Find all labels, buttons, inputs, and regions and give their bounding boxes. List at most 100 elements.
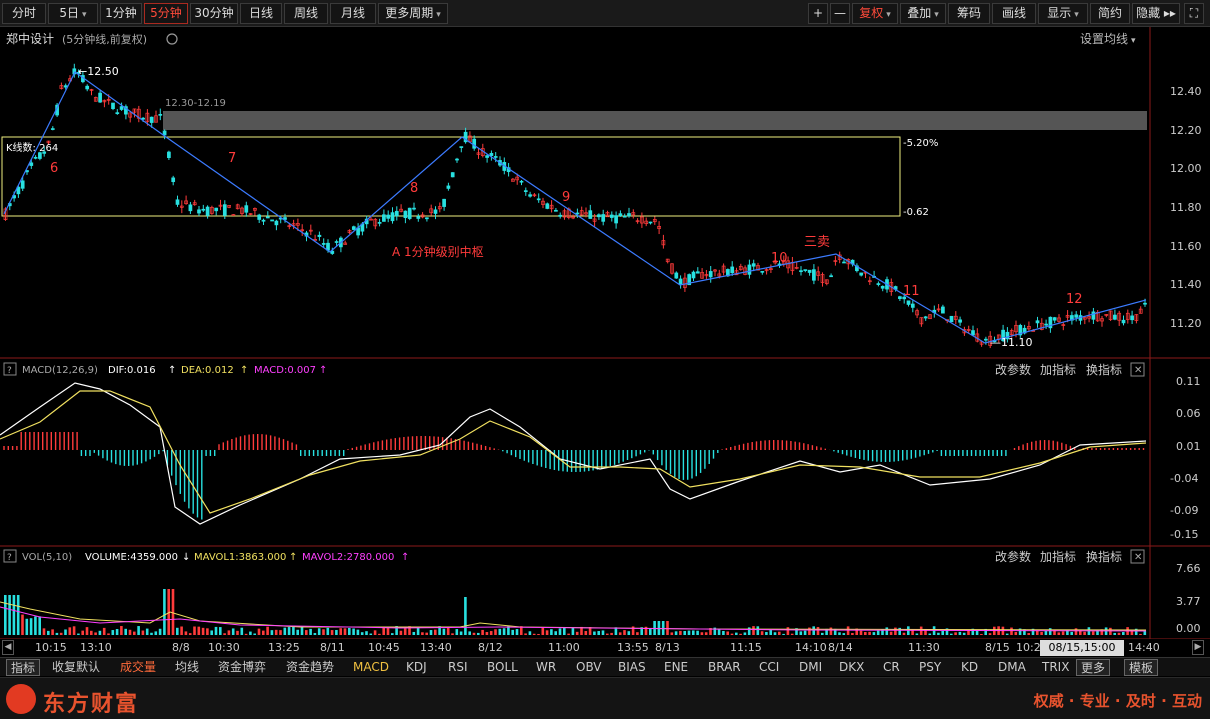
- candle-body: [859, 272, 864, 276]
- k-count-label: K线数: 264: [6, 141, 58, 154]
- chevron-down-icon: ▾: [1131, 36, 1136, 46]
- candle-body: [205, 206, 210, 216]
- display-button[interactable]: 显示: [1038, 3, 1088, 24]
- volume-bar: [808, 627, 811, 635]
- vol-add-indicator-button[interactable]: 加指标: [1040, 549, 1076, 564]
- gear-icon[interactable]: [166, 33, 178, 45]
- y-tick: 0.00: [1176, 622, 1201, 635]
- volume-bar: [571, 627, 575, 635]
- settings-ma-button[interactable]: 设置均线: [1080, 32, 1128, 46]
- tab-5min[interactable]: 5分钟: [144, 3, 188, 24]
- indicator-tab[interactable]: RSI: [444, 659, 472, 676]
- volume-bar: [812, 626, 815, 635]
- fullscreen-icon[interactable]: ⛶: [1184, 3, 1204, 24]
- stock-name: 郑中设计: [6, 31, 54, 46]
- volume-bar: [98, 630, 102, 635]
- indicator-tab[interactable]: PSY: [915, 659, 945, 676]
- indicator-tab[interactable]: 资金趋势: [282, 659, 338, 676]
- volume-bar: [72, 626, 76, 635]
- tab-1min[interactable]: 1分钟: [100, 3, 142, 24]
- overlay-button[interactable]: 叠加: [900, 3, 946, 24]
- indicator-tab[interactable]: BOLL: [483, 659, 522, 676]
- volume-bar: [679, 630, 682, 635]
- wave-label-8: 8: [410, 181, 418, 196]
- indicator-tab[interactable]: 收复默认: [48, 659, 104, 676]
- indicator-tab[interactable]: OBV: [572, 659, 606, 676]
- candle-body: [609, 214, 614, 218]
- indicator-tab[interactable]: DMA: [994, 659, 1030, 676]
- volume-bar: [249, 631, 252, 635]
- volume-bar: [1109, 627, 1112, 635]
- macd-change-params-button[interactable]: 改参数: [995, 362, 1031, 377]
- indicator-tab[interactable]: KD: [957, 659, 982, 676]
- macd-switch-indicator-button[interactable]: 换指标: [1086, 362, 1122, 377]
- macd-series: [0, 382, 1147, 525]
- candle-body: [171, 177, 176, 183]
- volume-bar: [38, 616, 41, 635]
- candle-body: [528, 194, 532, 197]
- indicator-tab[interactable]: ENE: [660, 659, 692, 676]
- volume-bar: [696, 630, 699, 635]
- indicator-tab[interactable]: 资金博弈: [214, 659, 270, 676]
- volume-bar: [360, 632, 364, 635]
- volume-bar: [292, 626, 295, 635]
- volume-bar: [300, 626, 304, 635]
- indicator-tab[interactable]: 均线: [171, 659, 203, 676]
- simple-button[interactable]: 简约: [1090, 3, 1130, 24]
- hide-button[interactable]: 隐藏 ▸▸: [1132, 3, 1180, 24]
- volume-bar: [12, 595, 16, 635]
- zoom-out-button[interactable]: —: [830, 3, 850, 24]
- volume-bar: [760, 631, 764, 635]
- indicator-tab[interactable]: KDJ: [402, 659, 431, 676]
- indicator-tab[interactable]: CR: [879, 659, 904, 676]
- volume-bar: [231, 628, 235, 635]
- volume-bar: [1122, 632, 1125, 635]
- y-tick: 12.00: [1170, 162, 1202, 175]
- indicator-tab[interactable]: BRAR: [704, 659, 745, 676]
- volume-bar: [649, 628, 652, 635]
- scroll-left-icon[interactable]: ◀: [2, 640, 14, 655]
- volume-bar: [859, 630, 863, 635]
- tab-monthly[interactable]: 月线: [330, 3, 376, 24]
- indicator-tab[interactable]: 模板: [1124, 659, 1159, 676]
- indicator-tab[interactable]: MACD: [349, 659, 393, 676]
- draw-line-button[interactable]: 画线: [992, 3, 1036, 24]
- chart-panels[interactable]: 郑中设计 (5分钟线,前复权) 设置均线 ▾ ←12.50 12.30-12.1…: [0, 27, 1210, 639]
- vol-change-params-button[interactable]: 改参数: [995, 549, 1031, 564]
- indicator-tab[interactable]: WR: [532, 659, 560, 676]
- chips-button[interactable]: 筹码: [948, 3, 990, 24]
- indicator-tab[interactable]: CCI: [755, 659, 783, 676]
- volume-bar: [266, 626, 269, 635]
- volume-bar: [1010, 627, 1013, 635]
- tab-5day[interactable]: 5日: [48, 3, 98, 24]
- tab-30min[interactable]: 30分钟: [190, 3, 238, 24]
- candle-body: [317, 234, 322, 237]
- indicator-tab[interactable]: 成交量: [116, 659, 160, 676]
- volume-bar: [421, 632, 424, 635]
- volume-bar: [412, 631, 416, 635]
- candle-body: [416, 216, 421, 219]
- tab-more-periods[interactable]: 更多周期: [378, 3, 448, 24]
- candle-body: [20, 180, 25, 189]
- tab-daily[interactable]: 日线: [240, 3, 282, 24]
- volume-bar: [29, 618, 33, 635]
- indicator-tab[interactable]: TRIX: [1038, 659, 1073, 676]
- vol-switch-indicator-button[interactable]: 换指标: [1086, 549, 1122, 564]
- tab-weekly[interactable]: 周线: [284, 3, 328, 24]
- indicator-tab[interactable]: BIAS: [614, 659, 650, 676]
- tab-timeshare[interactable]: 分时: [2, 3, 46, 24]
- indicator-tab[interactable]: DMI: [795, 659, 826, 676]
- volume-bar: [150, 632, 153, 635]
- volume-bar: [107, 633, 110, 635]
- adjust-button[interactable]: 复权: [852, 3, 898, 24]
- indicator-tab[interactable]: 更多: [1076, 659, 1111, 676]
- volume-bar: [532, 633, 536, 635]
- candle-body: [588, 210, 593, 219]
- indicator-tab[interactable]: DKX: [835, 659, 868, 676]
- indicator-tab[interactable]: 指标: [6, 659, 41, 676]
- zoom-in-button[interactable]: +: [808, 3, 828, 24]
- macd-add-indicator-button[interactable]: 加指标: [1040, 362, 1076, 377]
- volume-bar: [1027, 633, 1030, 635]
- scroll-right-icon[interactable]: ▶: [1192, 640, 1204, 655]
- volume-bar: [610, 632, 613, 635]
